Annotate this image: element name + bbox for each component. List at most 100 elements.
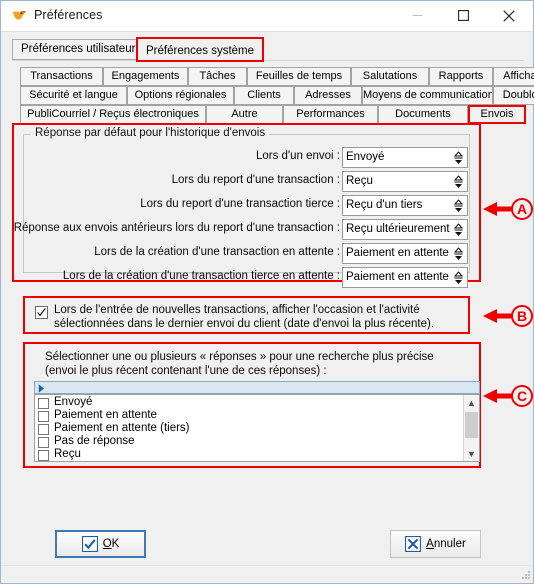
combo-value: Paiement en attente (tiers) xyxy=(346,271,450,283)
subtab-label: Doublons xyxy=(502,89,534,101)
combo-value: Paiement en attente xyxy=(346,247,449,259)
scroll-up-icon[interactable]: ▲ xyxy=(464,395,479,410)
default-response-groupbox: Lors d'un envoi : Envoyé Lors du report … xyxy=(14,134,471,288)
field-label: Lors du report d'une transaction tierce … xyxy=(140,198,340,210)
combo-value: Reçu xyxy=(346,175,373,187)
subtab-transactions[interactable]: Transactions xyxy=(20,67,103,86)
subtab-label: Moyens de communication xyxy=(363,89,493,101)
subtab-row-3: PubliCourriel / Reçus électroniques Autr… xyxy=(20,105,526,124)
svg-text:B: B xyxy=(517,308,527,324)
subtab-publicourriel-recus-electroniques[interactable]: PubliCourriel / Reçus électroniques xyxy=(20,105,206,124)
maximize-button[interactable] xyxy=(440,1,486,30)
subtab-affichage[interactable]: Affichage xyxy=(493,67,534,86)
subtab-documents[interactable]: Documents xyxy=(378,105,468,124)
subtab-label: Engagements xyxy=(111,70,180,82)
list-item-checkbox[interactable] xyxy=(38,398,49,409)
field-row-report-transaction: Lors du report d'une transaction : Reçu xyxy=(24,171,471,192)
subtab-label: Options régionales xyxy=(134,89,227,101)
field-label: Lors d'un envoi : xyxy=(255,150,340,162)
subtab-taches[interactable]: Tâches xyxy=(188,67,247,86)
subtab-label: Adresses xyxy=(305,89,351,101)
combo-lors-d-un-envoi[interactable]: Envoyé xyxy=(342,147,468,168)
combo-creation-transaction-attente[interactable]: Paiement en attente xyxy=(342,243,468,264)
resize-grip[interactable] xyxy=(519,569,531,581)
right-triangle-icon xyxy=(38,384,44,393)
tab-preferences-utilisateur[interactable]: Préférences utilisateur xyxy=(12,39,145,60)
list-item-checkbox[interactable] xyxy=(38,411,49,422)
subtab-row-1: Transactions Engagements Tâches Feuilles… xyxy=(20,67,534,86)
description-line-2: (envoi le plus récent contenant l'une de… xyxy=(45,365,327,377)
spinner-icon[interactable] xyxy=(453,269,464,287)
subtab-label: Rapports xyxy=(438,70,484,82)
combo-value: Envoyé xyxy=(346,151,385,163)
list-item-checkbox[interactable] xyxy=(38,424,49,435)
ok-accel: O xyxy=(102,538,112,550)
ok-button[interactable]: OK xyxy=(55,530,146,558)
subtab-label: Feuilles de temps xyxy=(255,70,343,82)
combo-envois-anterieurs[interactable]: Reçu ultérieurement xyxy=(342,219,468,240)
subtab-label: Tâches xyxy=(199,70,236,82)
combo-creation-transaction-tierce-attente[interactable]: Paiement en attente (tiers) xyxy=(342,267,468,288)
subtab-row-2: Sécurité et langue Options régionales Cl… xyxy=(20,86,534,105)
list-item-label: Paiement en attente (tiers) xyxy=(54,422,190,434)
cancel-button-label: Annuler xyxy=(426,538,466,550)
combo-report-transaction[interactable]: Reçu xyxy=(342,171,468,192)
close-button[interactable] xyxy=(486,1,532,30)
subtab-label: Autre xyxy=(231,108,258,120)
scroll-down-icon[interactable]: ▼ xyxy=(464,446,479,461)
list-item-label: Envoyé xyxy=(54,396,93,408)
subtab-moyens-de-communication[interactable]: Moyens de communication xyxy=(362,86,493,105)
spinner-icon[interactable] xyxy=(453,245,464,263)
subtab-clients[interactable]: Clients xyxy=(234,86,294,105)
field-row-lors-d-un-envoi: Lors d'un envoi : Envoyé xyxy=(24,147,471,168)
combo-value: Reçu d'un tiers xyxy=(346,199,423,211)
responses-listbox[interactable]: Envoyé Paiement en attente Paiement en a… xyxy=(34,394,480,462)
field-row-envois-anterieurs: Réponse aux envois antérieurs lors du re… xyxy=(14,219,471,240)
close-icon xyxy=(503,9,515,22)
subtab-autre[interactable]: Autre xyxy=(206,105,283,124)
cancel-button[interactable]: Annuler xyxy=(390,530,481,558)
subtab-label: Documents xyxy=(395,108,451,120)
subtab-adresses[interactable]: Adresses xyxy=(294,86,362,105)
scrollbar-thumb[interactable] xyxy=(465,412,478,438)
title-bar: Préférences xyxy=(1,1,533,32)
list-item-label: Paiement en attente xyxy=(54,409,157,421)
svg-text:C: C xyxy=(517,388,527,404)
subtab-engagements[interactable]: Engagements xyxy=(103,67,188,86)
bird-icon xyxy=(11,8,28,24)
field-label: Lors de la création d'une transaction en… xyxy=(94,246,340,258)
ok-button-label: OK xyxy=(103,538,120,550)
subtab-options-regionales[interactable]: Options régionales xyxy=(127,86,234,105)
combo-report-transaction-tierce[interactable]: Reçu d'un tiers xyxy=(342,195,468,216)
subtab-rapports[interactable]: Rapports xyxy=(429,67,493,86)
cancel-accel: A xyxy=(426,538,434,550)
subtab-performances[interactable]: Performances xyxy=(283,105,378,124)
list-item-label: Reçu xyxy=(54,448,81,460)
minimize-icon xyxy=(412,15,422,16)
listbox-scrollbar[interactable]: ▲ ▼ xyxy=(463,395,479,461)
spinner-icon[interactable] xyxy=(453,173,464,191)
responses-selection-description: Sélectionner une ou plusieurs « réponses… xyxy=(45,350,465,378)
tab-preferences-systeme[interactable]: Préférences système xyxy=(136,37,265,62)
subtab-envois[interactable]: Envois xyxy=(468,105,526,124)
minimize-button[interactable] xyxy=(394,1,440,30)
list-item-label: Pas de réponse xyxy=(54,435,135,447)
callout-b: B xyxy=(481,304,534,328)
list-item-checkbox[interactable] xyxy=(38,437,49,448)
callout-c: C xyxy=(481,384,534,408)
spinner-icon[interactable] xyxy=(453,149,464,167)
checkbox-afficher-occasion-activite[interactable] xyxy=(35,306,48,319)
field-label: Réponse aux envois antérieurs lors du re… xyxy=(13,222,340,234)
subtab-label: Envois xyxy=(480,108,514,120)
subtab-salutations[interactable]: Salutations xyxy=(351,67,429,86)
spinner-icon[interactable] xyxy=(453,221,464,239)
subtab-label: PubliCourriel / Reçus électroniques xyxy=(27,108,199,120)
responses-list-header[interactable] xyxy=(34,381,480,394)
subtab-securite-et-langue[interactable]: Sécurité et langue xyxy=(20,86,127,105)
cancel-rest: nnuler xyxy=(433,538,466,550)
ok-rest: K xyxy=(111,538,120,550)
list-item-checkbox[interactable] xyxy=(38,450,49,461)
subtab-doublons[interactable]: Doublons xyxy=(493,86,534,105)
subtab-feuilles-de-temps[interactable]: Feuilles de temps xyxy=(247,67,351,86)
spinner-icon[interactable] xyxy=(453,197,464,215)
